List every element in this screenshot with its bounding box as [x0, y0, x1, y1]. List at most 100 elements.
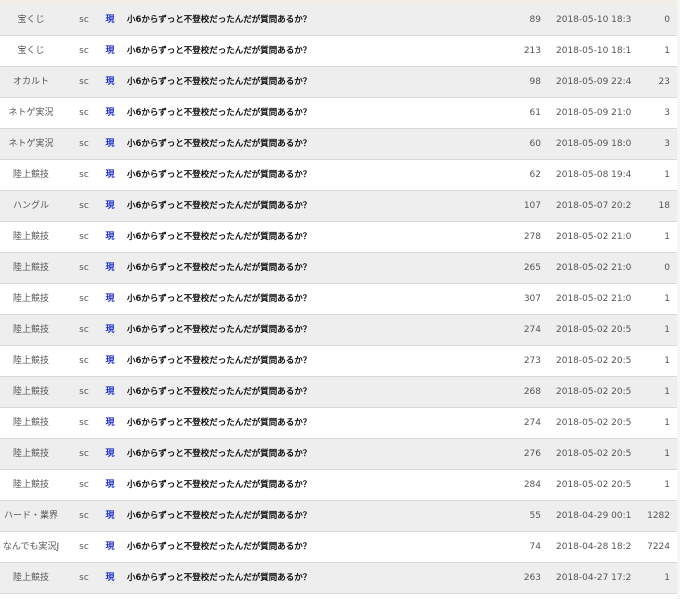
thread-count: 3 — [664, 139, 670, 149]
response-count: 61 — [529, 108, 541, 118]
thread-count: 3 — [664, 108, 670, 118]
sc-label: sc — [79, 263, 89, 273]
thread-title-link[interactable]: 小6からずっと不登校だったんだが質問あるか？ — [127, 563, 507, 593]
thread-title-link[interactable]: 小6からずっと不登校だったんだが質問あるか？ — [127, 36, 507, 66]
thread-row[interactable]: ハングル sc 現 小6からずっと不登校だったんだが質問あるか？ 107 2018-05-… — [0, 191, 680, 222]
thread-row[interactable]: なんでも実況J sc 現 小6からずっと不登校だったんだが質問あるか？ 74 2018-0… — [0, 532, 680, 563]
thread-row[interactable]: ネトゲ実況 sc 現 小6からずっと不登校だったんだが質問あるか？ 60 2018-05-… — [0, 129, 680, 160]
thread-count: 1 — [664, 418, 670, 428]
board-name[interactable]: 陸上競技 — [0, 222, 62, 252]
now-marker: 現 — [105, 294, 115, 304]
thread-title-link[interactable]: 小6からずっと不登校だったんだが質問あるか？ — [127, 129, 507, 159]
thread-row[interactable]: 陸上競技 sc 現 小6からずっと不登校だったんだが質問あるか？ 274 2018-05-… — [0, 408, 680, 439]
thread-title-link[interactable]: 小6からずっと不登校だったんだが質問あるか？ — [127, 253, 507, 283]
board-name[interactable]: 陸上競技 — [0, 563, 62, 593]
board-name[interactable]: 陸上競技 — [0, 346, 62, 376]
thread-title-link[interactable]: 小6からずっと不登校だったんだが質問あるか？ — [127, 284, 507, 314]
thread-row[interactable]: 陸上競技 sc 現 小6からずっと不登校だったんだが質問あるか？ 273 2018-05-… — [0, 346, 680, 377]
board-name[interactable]: 陸上競技 — [0, 377, 62, 407]
post-datetime: 2018-05-02 20:59 — [556, 325, 632, 335]
board-name[interactable]: オカルト — [0, 67, 62, 97]
thread-title-link[interactable]: 小6からずっと不登校だったんだが質問あるか？ — [127, 5, 507, 35]
thread-row[interactable]: 宝くじ sc 現 小6からずっと不登校だったんだが質問あるか？ 213 2018-05-1… — [0, 36, 680, 67]
now-marker: 現 — [105, 170, 115, 180]
thread-count: 23 — [658, 77, 670, 87]
now-marker: 現 — [105, 46, 115, 56]
now-marker: 現 — [105, 480, 115, 490]
thread-row[interactable]: ハード・業界 sc 現 小6からずっと不登校だったんだが質問あるか？ 55 2018-04… — [0, 501, 680, 532]
post-datetime: 2018-05-02 21:05 — [556, 232, 632, 242]
now-marker: 現 — [105, 77, 115, 87]
board-name[interactable]: 陸上競技 — [0, 160, 62, 190]
thread-row[interactable]: 陸上競技 sc 現 小6からずっと不登校だったんだが質問あるか？ 265 2018-05-… — [0, 253, 680, 284]
thread-title-link[interactable]: 小6からずっと不登校だったんだが質問あるか？ — [127, 346, 507, 376]
board-name[interactable]: 陸上競技 — [0, 439, 62, 469]
board-name[interactable]: 宝くじ — [0, 5, 62, 35]
thread-count: 1 — [664, 449, 670, 459]
thread-count: 1 — [664, 46, 670, 56]
board-name[interactable]: ハード・業界 — [0, 501, 62, 531]
thread-row[interactable]: 陸上競技 sc 現 小6からずっと不登校だったんだが質問あるか？ 263 2018-04-… — [0, 563, 680, 594]
now-marker: 現 — [105, 108, 115, 118]
board-name[interactable]: 陸上競技 — [0, 284, 62, 314]
thread-count: 1 — [664, 480, 670, 490]
now-marker: 現 — [105, 449, 115, 459]
sc-label: sc — [79, 15, 89, 25]
thread-title-link[interactable]: 小6からずっと不登校だったんだが質問あるか？ — [127, 408, 507, 438]
board-name[interactable]: なんでも実況J — [0, 532, 62, 562]
thread-row[interactable]: 陸上競技 sc 現 小6からずっと不登校だったんだが質問あるか？ 276 2018-05-… — [0, 439, 680, 470]
post-datetime: 2018-05-02 20:58 — [556, 356, 632, 366]
thread-title-link[interactable]: 小6からずっと不登校だったんだが質問あるか？ — [127, 222, 507, 252]
thread-title-link[interactable]: 小6からずっと不登校だったんだが質問あるか？ — [127, 191, 507, 221]
response-count: 278 — [523, 232, 541, 242]
thread-row[interactable]: 陸上競技 sc 現 小6からずっと不登校だったんだが質問あるか？ 284 2018-05-… — [0, 470, 680, 501]
board-name[interactable]: 陸上競技 — [0, 408, 62, 438]
thread-count: 0 — [664, 15, 670, 25]
thread-row[interactable]: ネトゲ実況 sc 現 小6からずっと不登校だったんだが質問あるか？ 61 2018-05-… — [0, 98, 680, 129]
thread-title-link[interactable]: 小6からずっと不登校だったんだが質問あるか？ — [127, 67, 507, 97]
thread-title-link[interactable]: 小6からずっと不登校だったんだが質問あるか？ — [127, 315, 507, 345]
board-name[interactable]: ネトゲ実況 — [0, 98, 62, 128]
thread-row[interactable]: 宝くじ sc 現 小6からずっと不登校だったんだが質問あるか？ 89 2018-05-10… — [0, 5, 680, 36]
post-datetime: 2018-05-09 21:08 — [556, 108, 632, 118]
response-count: 62 — [529, 170, 541, 180]
thread-row[interactable]: 陸上競技 sc 現 小6からずっと不登校だったんだが質問あるか？ 62 2018-05-0… — [0, 160, 680, 191]
response-count: 274 — [523, 325, 541, 335]
thread-row[interactable]: 陸上競技 sc 現 小6からずっと不登校だったんだが質問あるか？ 274 2018-05-… — [0, 315, 680, 346]
board-name[interactable]: 陸上競技 — [0, 315, 62, 345]
thread-count: 1 — [664, 232, 670, 242]
thread-title-link[interactable]: 小6からずっと不登校だったんだが質問あるか？ — [127, 501, 507, 531]
thread-title-link[interactable]: 小6からずっと不登校だったんだが質問あるか？ — [127, 160, 507, 190]
sc-label: sc — [79, 356, 89, 366]
thread-row[interactable]: 陸上競技 sc 現 小6からずっと不登校だったんだが質問あるか？ 307 2018-05-… — [0, 284, 680, 315]
board-name[interactable]: ネトゲ実況 — [0, 129, 62, 159]
thread-title-link[interactable]: 小6からずっと不登校だったんだが質問あるか？ — [127, 98, 507, 128]
sc-label: sc — [79, 46, 89, 56]
thread-title-link[interactable]: 小6からずっと不登校だったんだが質問あるか？ — [127, 470, 507, 500]
post-datetime: 2018-05-10 18:39 — [556, 15, 632, 25]
thread-row[interactable]: 陸上競技 sc 現 小6からずっと不登校だったんだが質問あるか？ 268 2018-05-… — [0, 377, 680, 408]
post-datetime: 2018-05-09 22:43 — [556, 77, 632, 87]
sc-label: sc — [79, 480, 89, 490]
sc-label: sc — [79, 201, 89, 211]
thread-row[interactable]: オカルト sc 現 小6からずっと不登校だったんだが質問あるか？ 98 2018-05-0… — [0, 67, 680, 98]
board-name[interactable]: 陸上競技 — [0, 470, 62, 500]
post-datetime: 2018-05-02 21:01 — [556, 294, 632, 304]
post-datetime: 2018-05-02 20:56 — [556, 449, 632, 459]
sc-label: sc — [79, 139, 89, 149]
board-name[interactable]: 宝くじ — [0, 36, 62, 66]
thread-title-link[interactable]: 小6からずっと不登校だったんだが質問あるか？ — [127, 532, 507, 562]
post-datetime: 2018-05-02 20:57 — [556, 418, 632, 428]
thread-count: 1 — [664, 325, 670, 335]
thread-row[interactable]: 陸上競技 sc 現 小6からずっと不登校だったんだが質問あるか？ 278 2018-05-… — [0, 222, 680, 253]
response-count: 265 — [523, 263, 541, 273]
thread-list: 宝くじ sc 現小6からずっと不登校だったんだが質問あるか？ 89 2018-05-10… — [0, 5, 680, 594]
board-name[interactable]: ハングル — [0, 191, 62, 221]
sc-label: sc — [79, 232, 89, 242]
board-name[interactable]: 陸上競技 — [0, 253, 62, 283]
thread-title-link[interactable]: 小6からずっと不登校だったんだが質問あるか？ — [127, 377, 507, 407]
response-count: 98 — [529, 77, 541, 87]
thread-title-link[interactable]: 小6からずっと不登校だったんだが質問あるか？ — [127, 439, 507, 469]
now-marker: 現 — [105, 542, 115, 552]
post-datetime: 2018-05-08 19:48 — [556, 170, 632, 180]
